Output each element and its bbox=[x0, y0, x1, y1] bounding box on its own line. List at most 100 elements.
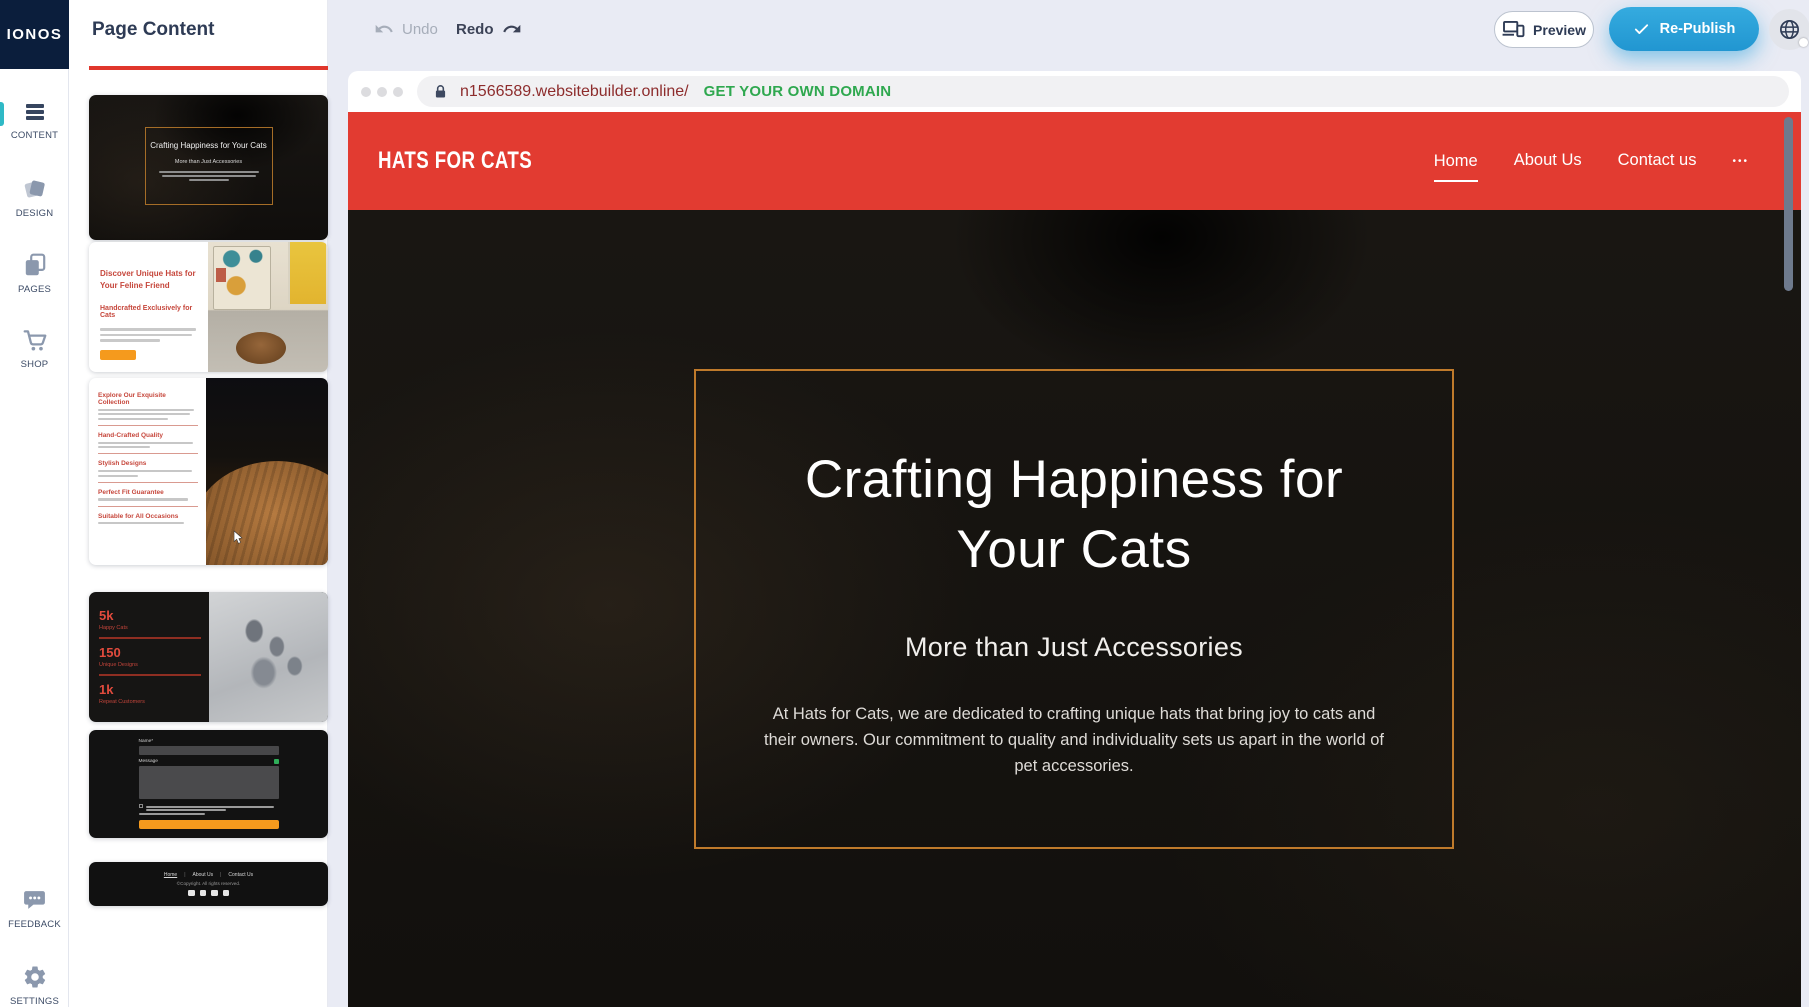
design-icon bbox=[22, 176, 48, 202]
stat-item: 150 Unique Designs bbox=[99, 645, 209, 676]
thumb-discover-heading: Discover Unique Hats for Your Feline Fri… bbox=[100, 268, 198, 292]
form-required-note bbox=[139, 813, 205, 815]
mouse-cursor bbox=[233, 530, 244, 546]
republish-label: Re-Publish bbox=[1660, 21, 1736, 37]
nav-more-button[interactable]: ••• bbox=[1732, 156, 1749, 167]
site-logo[interactable]: HATS FOR CATS bbox=[378, 147, 532, 175]
ionos-logo[interactable]: IONOS bbox=[0, 0, 69, 69]
thumb-hero-box: Crafting Happiness for Your Cats More th… bbox=[145, 127, 273, 205]
website-preview-canvas[interactable]: HATS FOR CATS Home About Us Contact us •… bbox=[348, 112, 1801, 1007]
redo-button[interactable]: Redo bbox=[456, 19, 522, 39]
sidebar-item-content[interactable]: CONTENT bbox=[0, 100, 69, 141]
form-name-label: Name* bbox=[139, 739, 279, 744]
thumb-form: Name* Message bbox=[139, 739, 279, 829]
form-message-label: Message bbox=[139, 759, 158, 764]
thumb-discover-text: Discover Unique Hats for Your Feline Fri… bbox=[89, 242, 208, 372]
section-thumbnail-contact-form[interactable]: Name* Message bbox=[89, 730, 328, 838]
window-dot bbox=[361, 87, 371, 97]
pages-icon bbox=[22, 252, 48, 278]
thumb-hero-heading: Crafting Happiness for Your Cats bbox=[146, 140, 272, 152]
section-thumbnail-features[interactable]: Explore Our Exquisite Collection Hand-Cr… bbox=[89, 378, 328, 565]
redo-icon bbox=[502, 19, 522, 39]
x-icon bbox=[200, 890, 207, 897]
thumb-cat-closeup-photo bbox=[206, 378, 328, 565]
browser-chrome-bar: n1566589.websitebuilder.online/ GET YOUR… bbox=[348, 71, 1801, 112]
site-navigation: Home About Us Contact us ••• bbox=[1434, 151, 1749, 172]
thumb-text-placeholder bbox=[100, 328, 198, 342]
preview-scrollbar[interactable] bbox=[1784, 117, 1793, 291]
check-icon bbox=[1633, 21, 1650, 38]
page-content-panel: Page Content Crafting Happiness for Your… bbox=[69, 0, 328, 1007]
active-tab-indicator bbox=[89, 66, 328, 70]
hero-heading[interactable]: Crafting Happiness for Your Cats bbox=[749, 445, 1399, 586]
youtube-icon bbox=[211, 890, 218, 897]
thumb-text-placeholder bbox=[146, 171, 272, 181]
hero-paragraph[interactable]: At Hats for Cats, we are dedicated to cr… bbox=[762, 701, 1387, 779]
form-name-input bbox=[139, 746, 279, 755]
thumb-hero-subheading: More than Just Accessories bbox=[146, 159, 272, 165]
section-thumbnail-stats[interactable]: 5k Happy Cats 150 Unique Designs 1k Repe… bbox=[89, 592, 328, 722]
thumb-feature-list: Explore Our Exquisite Collection Hand-Cr… bbox=[89, 378, 206, 565]
footer-links: Home | About Us | Contact Us bbox=[164, 872, 253, 878]
panel-title: Page Content bbox=[92, 19, 214, 41]
undo-icon bbox=[374, 19, 394, 39]
globe-icon bbox=[1778, 18, 1801, 41]
section-thumbnail-footer[interactable]: Home | About Us | Contact Us ©Copyright.… bbox=[89, 862, 328, 906]
preview-button[interactable]: Preview bbox=[1494, 11, 1594, 48]
sidebar-item-settings[interactable]: SETTINGS bbox=[0, 964, 69, 1007]
thumb-shop-button bbox=[100, 350, 136, 360]
settings-icon bbox=[22, 964, 48, 990]
thumb-street-cat-photo bbox=[208, 242, 328, 372]
thumb-text-placeholder bbox=[146, 804, 279, 811]
address-bar[interactable]: n1566589.websitebuilder.online/ GET YOUR… bbox=[417, 76, 1789, 107]
nav-item-about[interactable]: About Us bbox=[1514, 151, 1582, 172]
republish-button[interactable]: Re-Publish bbox=[1609, 7, 1759, 51]
app-sidebar: IONOS CONTENT DESIGN PAGES SHOP bbox=[0, 0, 69, 1007]
active-indicator bbox=[0, 102, 4, 126]
site-header: HATS FOR CATS Home About Us Contact us •… bbox=[348, 112, 1801, 210]
lock-icon bbox=[432, 83, 449, 100]
form-consent-checkbox bbox=[139, 804, 143, 808]
hero-subheading[interactable]: More than Just Accessories bbox=[696, 632, 1452, 663]
facebook-icon bbox=[188, 890, 195, 897]
feature-item: Hand-Crafted Quality bbox=[98, 432, 198, 454]
thumb-discover-subheading: Handcrafted Exclusively for Cats bbox=[100, 305, 198, 319]
feature-item: Perfect Fit Guarantee bbox=[98, 489, 198, 507]
instagram-icon bbox=[223, 890, 230, 897]
nav-item-home[interactable]: Home bbox=[1434, 152, 1478, 182]
section-thumbnail-discover[interactable]: Discover Unique Hats for Your Feline Fri… bbox=[89, 242, 328, 372]
language-globe-button[interactable] bbox=[1769, 9, 1809, 50]
window-controls bbox=[361, 87, 403, 97]
photo-yellow-sign bbox=[290, 242, 326, 304]
site-url: n1566589.websitebuilder.online/ bbox=[460, 83, 689, 101]
devices-preview-icon bbox=[1502, 20, 1525, 39]
content-icon bbox=[22, 100, 48, 124]
nav-item-contact[interactable]: Contact us bbox=[1618, 151, 1697, 172]
photo-red-sign bbox=[216, 268, 226, 282]
get-domain-link[interactable]: GET YOUR OWN DOMAIN bbox=[704, 83, 892, 100]
notification-dot bbox=[1799, 38, 1808, 47]
thumb-pawprint-photo bbox=[209, 592, 328, 722]
undo-label: Undo bbox=[402, 21, 438, 38]
feedback-icon bbox=[21, 888, 48, 913]
form-attachment-icon bbox=[274, 759, 279, 764]
section-thumbnail-hero[interactable]: Crafting Happiness for Your Cats More th… bbox=[89, 95, 328, 240]
photo-cat bbox=[236, 332, 286, 364]
sidebar-item-design[interactable]: DESIGN bbox=[0, 176, 69, 219]
stat-item: 1k Repeat Customers bbox=[99, 682, 209, 705]
redo-label: Redo bbox=[456, 21, 494, 38]
undo-button[interactable]: Undo bbox=[374, 19, 438, 39]
sidebar-item-feedback[interactable]: FEEDBACK bbox=[0, 888, 69, 930]
footer-social-icons bbox=[188, 890, 229, 897]
hero-section[interactable]: Crafting Happiness for Your Cats More th… bbox=[694, 369, 1454, 849]
sidebar-item-pages[interactable]: PAGES bbox=[0, 252, 69, 295]
sidebar-item-shop[interactable]: SHOP bbox=[0, 327, 69, 370]
form-message-textarea bbox=[139, 766, 279, 799]
shop-icon bbox=[22, 327, 48, 353]
photo-cat-back bbox=[206, 461, 328, 565]
thumb-stats-list: 5k Happy Cats 150 Unique Designs 1k Repe… bbox=[89, 592, 209, 722]
preview-label: Preview bbox=[1533, 22, 1586, 38]
feature-item: Suitable for All Occasions bbox=[98, 513, 198, 525]
stat-item: 5k Happy Cats bbox=[99, 608, 209, 639]
window-dot bbox=[393, 87, 403, 97]
